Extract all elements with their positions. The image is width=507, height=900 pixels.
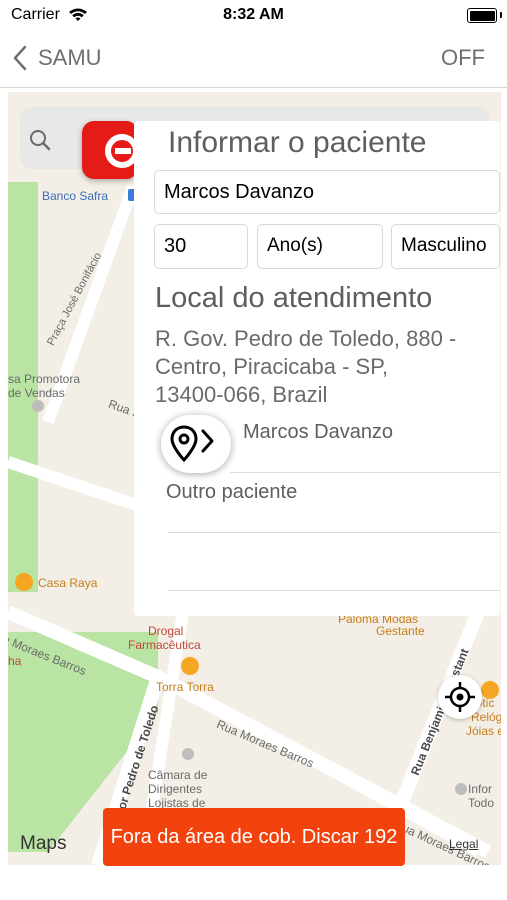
- divider: [168, 532, 500, 533]
- back-chevron-icon[interactable]: [12, 45, 28, 71]
- back-button[interactable]: SAMU: [38, 45, 102, 71]
- coverage-warning-button[interactable]: Fora da área de cob. Discar 192: [103, 808, 405, 866]
- map-label: Torra Torra: [156, 680, 214, 694]
- map-label: Farmacêutica: [128, 638, 201, 652]
- map-label: Câmara de: [148, 768, 208, 782]
- directions-button[interactable]: [161, 415, 231, 473]
- legal-link[interactable]: Legal: [449, 837, 478, 851]
- location-title: Local do atendimento: [155, 282, 433, 314]
- off-button[interactable]: OFF: [441, 45, 485, 71]
- status-bar: Carrier 8:32 AM: [0, 0, 507, 30]
- map-label: Dirigentes: [148, 782, 203, 796]
- map-label: sa Promotora: [8, 372, 81, 386]
- poi-dot: [181, 657, 199, 675]
- poi-dot: [182, 748, 194, 760]
- patient-option[interactable]: Marcos Davanzo: [243, 421, 393, 444]
- map-label: Gestante: [376, 624, 425, 638]
- gender-select[interactable]: Masculino: [391, 224, 500, 269]
- divider: [230, 472, 500, 473]
- maps-brand: Maps: [20, 833, 66, 855]
- map-label: ha: [8, 654, 22, 668]
- patient-option[interactable]: Outro paciente: [166, 481, 297, 504]
- address-line: Centro, Piracicaba - SP,: [155, 354, 389, 379]
- app-logo-icon: [82, 121, 139, 179]
- map-label: Drogal: [148, 624, 184, 638]
- poi-dot: [15, 573, 33, 591]
- divider: [168, 590, 500, 591]
- map-label: Jóias e C: [466, 724, 501, 738]
- address-line: 13400-066, Brazil: [155, 382, 328, 407]
- navigation-bar: SAMU OFF: [0, 30, 507, 88]
- clock: 8:32 AM: [223, 6, 284, 23]
- locate-me-button[interactable]: [438, 675, 482, 719]
- age-unit-select[interactable]: Ano(s): [257, 224, 383, 269]
- poi-dot: [455, 783, 467, 795]
- age-field[interactable]: 30: [154, 224, 248, 269]
- map-label: Banco Safra: [42, 189, 109, 203]
- poi-dot: [32, 400, 44, 412]
- map-label: Todo: [468, 796, 495, 810]
- map-label: Casa Raya: [38, 576, 98, 590]
- patient-name-field[interactable]: Marcos Davanzo: [154, 170, 500, 214]
- search-icon[interactable]: [28, 128, 52, 152]
- battery-icon: [467, 8, 497, 23]
- maps-brand-label: Maps: [20, 833, 67, 854]
- crosshair-icon: [445, 682, 475, 712]
- map-label: Infor: [468, 782, 493, 796]
- address-line: R. Gov. Pedro de Toledo, 880 -: [155, 326, 457, 351]
- battery-tip: [500, 12, 502, 18]
- location-pin-arrow-icon: [170, 425, 214, 463]
- form-title: Informar o paciente: [168, 126, 427, 159]
- map-label: de Vendas: [8, 386, 65, 400]
- location-address: R. Gov. Pedro de Toledo, 880 - Centro, P…: [155, 325, 495, 409]
